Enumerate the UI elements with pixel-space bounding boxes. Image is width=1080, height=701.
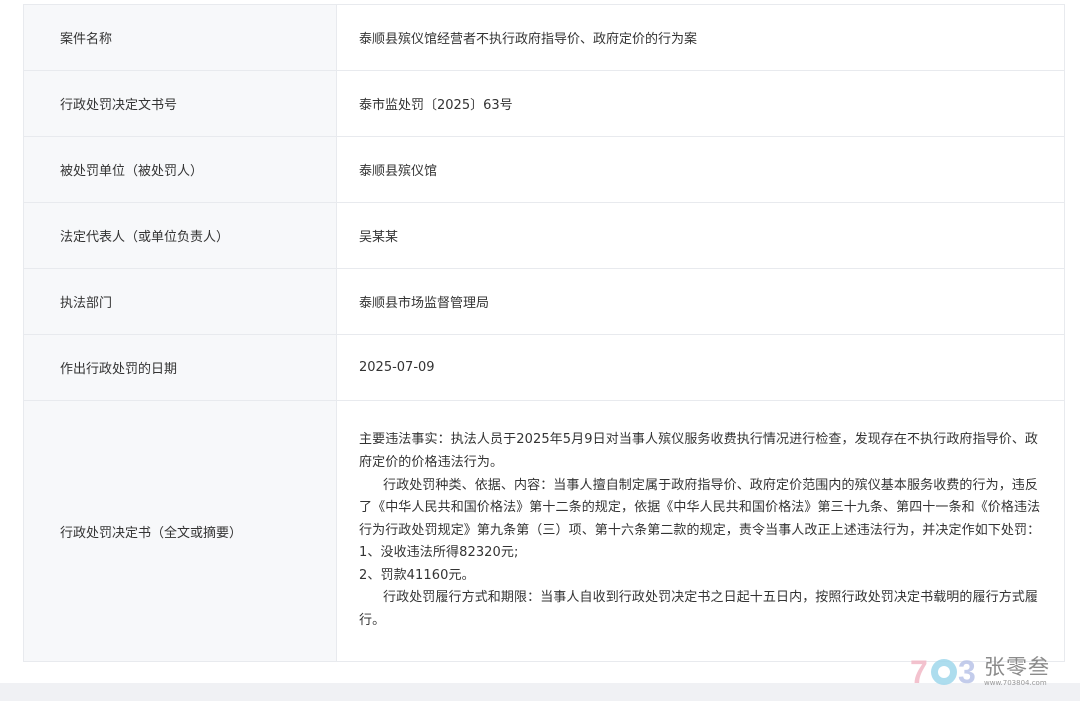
watermark-logo-icon: 7 3: [908, 654, 980, 688]
watermark: 7 3 张零叁 www.703804.com: [908, 652, 1068, 690]
watermark-url: www.703804.com: [984, 678, 1047, 687]
row-label: 被处罚单位（被处罚人）: [23, 136, 337, 203]
table-row: 作出行政处罚的日期 2025-07-09: [23, 334, 1065, 401]
row-value: 泰顺县殡仪馆: [336, 136, 1065, 203]
svg-text:7: 7: [910, 654, 928, 688]
table-row: 案件名称 泰顺县殡仪馆经营者不执行政府指导价、政府定价的行为案: [23, 4, 1065, 71]
table-row: 行政处罚决定文书号 泰市监处罚〔2025〕63号: [23, 70, 1065, 137]
case-info-table: 案件名称 泰顺县殡仪馆经营者不执行政府指导价、政府定价的行为案 行政处罚决定文书…: [23, 4, 1065, 662]
table-row: 被处罚单位（被处罚人） 泰顺县殡仪馆: [23, 136, 1065, 203]
watermark-name: 张零叁: [984, 654, 1050, 679]
row-value: 泰顺县殡仪馆经营者不执行政府指导价、政府定价的行为案: [336, 4, 1065, 71]
row-label: 案件名称: [23, 4, 337, 71]
svg-text:3: 3: [958, 654, 976, 688]
table-row: 法定代表人（或单位负责人） 吴某某: [23, 202, 1065, 269]
decision-paragraph: 行政处罚种类、依据、内容：当事人擅自制定属于政府指导价、政府定价范围内的殡仪基本…: [359, 477, 1041, 538]
row-label: 法定代表人（或单位负责人）: [23, 202, 337, 269]
decision-paragraph: 1、没收违法所得82320元;: [359, 545, 519, 561]
table-row: 执法部门 泰顺县市场监督管理局: [23, 268, 1065, 335]
row-value: 吴某某: [336, 202, 1065, 269]
decision-paragraph: 行政处罚履行方式和期限：当事人自收到行政处罚决定书之日起十五日内，按照行政处罚决…: [359, 590, 1039, 629]
row-value: 泰市监处罚〔2025〕63号: [336, 70, 1065, 137]
decision-text: 主要违法事实：执法人员于2025年5月9日对当事人殡仪服务收费执行情况进行检查，…: [336, 400, 1065, 662]
decision-paragraph: 2、罚款41160元。: [359, 567, 475, 583]
row-label: 行政处罚决定文书号: [23, 70, 337, 137]
row-value: 泰顺县市场监督管理局: [336, 268, 1065, 335]
decision-paragraph: 主要违法事实：执法人员于2025年5月9日对当事人殡仪服务收费执行情况进行检查，…: [359, 432, 1039, 470]
row-value: 2025-07-09: [336, 334, 1065, 401]
row-label: 作出行政处罚的日期: [23, 334, 337, 401]
row-label: 执法部门: [23, 268, 337, 335]
row-label: 行政处罚决定书（全文或摘要）: [23, 400, 337, 662]
table-row: 行政处罚决定书（全文或摘要） 主要违法事实：执法人员于2025年5月9日对当事人…: [23, 400, 1065, 662]
info-card: 案件名称 泰顺县殡仪馆经营者不执行政府指导价、政府定价的行为案 行政处罚决定文书…: [0, 0, 1080, 683]
